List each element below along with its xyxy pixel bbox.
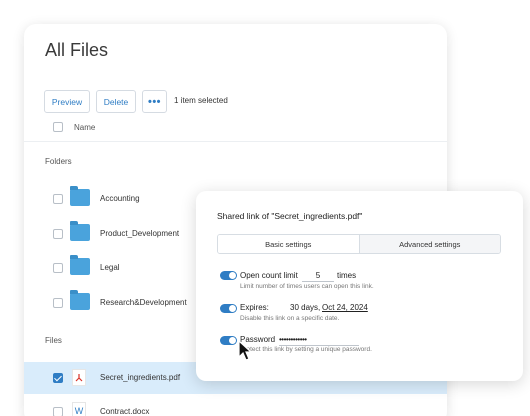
row-checkbox[interactable] xyxy=(53,407,63,416)
row-checkbox[interactable] xyxy=(53,194,63,204)
mouse-cursor-icon xyxy=(238,340,253,361)
folder-name: Research&Development xyxy=(100,298,187,307)
dialog-title: Shared link of "Secret_ingredients.pdf" xyxy=(217,211,363,221)
folder-icon xyxy=(70,290,90,310)
file-row[interactable]: W Contract.docx xyxy=(24,396,447,416)
folders-section-label: Folders xyxy=(45,157,72,166)
file-name: Contract.docx xyxy=(100,407,150,416)
tab-basic-settings[interactable]: Basic settings xyxy=(218,235,360,253)
settings-tabs: Basic settings Advanced settings xyxy=(217,234,501,254)
more-options-button[interactable]: ••• xyxy=(142,90,167,113)
open-count-input[interactable]: 5 xyxy=(302,271,334,282)
open-count-label: Open count limit xyxy=(240,271,298,280)
folder-name: Accounting xyxy=(100,194,140,203)
file-name: Secret_ingredients.pdf xyxy=(100,373,181,382)
open-count-help: Limit number of times users can open thi… xyxy=(240,283,374,290)
header-divider xyxy=(24,141,447,142)
folder-name: Product_Development xyxy=(100,229,180,238)
open-count-unit: times xyxy=(337,271,357,280)
expires-toggle[interactable] xyxy=(220,304,237,313)
row-checkbox-checked[interactable] xyxy=(53,373,63,383)
select-all-checkbox[interactable] xyxy=(53,122,63,132)
expires-help: Disable this link on a specific date. xyxy=(240,315,340,322)
open-count-toggle[interactable] xyxy=(220,271,237,280)
preview-button[interactable]: Preview xyxy=(44,90,90,113)
page-title: All Files xyxy=(45,40,109,60)
expires-date[interactable]: Oct 24, 2024 xyxy=(322,303,368,312)
folder-name: Legal xyxy=(100,263,120,272)
expires-days[interactable]: 30 days, xyxy=(290,303,320,312)
password-help: Protect this link by setting a unique pa… xyxy=(240,346,372,353)
files-section-label: Files xyxy=(45,336,62,345)
name-column-header[interactable]: Name xyxy=(74,123,95,132)
pdf-icon xyxy=(72,369,86,386)
selection-status: 1 item selected xyxy=(174,96,228,105)
folder-icon xyxy=(70,221,90,241)
expires-label: Expires: xyxy=(240,303,269,312)
row-checkbox[interactable] xyxy=(53,263,63,273)
word-doc-icon: W xyxy=(72,402,86,416)
delete-button[interactable]: Delete xyxy=(96,90,136,113)
row-checkbox[interactable] xyxy=(53,229,63,239)
password-input[interactable]: •••••••••••• xyxy=(279,335,359,346)
row-checkbox[interactable] xyxy=(53,298,63,308)
folder-icon xyxy=(70,255,90,275)
folder-icon xyxy=(70,186,90,206)
password-toggle[interactable] xyxy=(220,336,237,345)
tab-advanced-settings[interactable]: Advanced settings xyxy=(359,235,500,253)
